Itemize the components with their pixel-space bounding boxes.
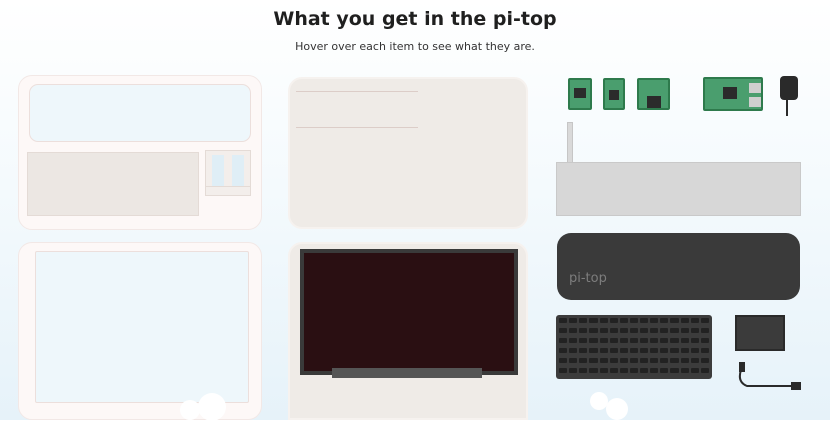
speaker-board-icon[interactable] <box>603 78 625 110</box>
proto-board-icon[interactable] <box>637 78 670 110</box>
screen-back-cover[interactable] <box>288 77 528 229</box>
case-label: pi-top <box>569 271 607 286</box>
keyboard-base-shell[interactable] <box>18 75 262 230</box>
keyboard-base-window <box>29 84 251 142</box>
page-title: What you get in the pi-top <box>273 8 557 30</box>
keyboard-icon[interactable] <box>556 315 712 379</box>
cover-line-top <box>296 91 418 92</box>
cloud-decoration-right-2 <box>606 398 628 420</box>
battery-case-icon[interactable]: pi-top <box>557 233 800 300</box>
cloud-decoration-left-2 <box>198 393 226 421</box>
keyboard-base-buttons <box>205 186 251 196</box>
lcd-screen-assembly[interactable] <box>288 242 528 420</box>
power-adapter-icon[interactable] <box>780 76 798 116</box>
lcd-screen-connector <box>332 368 482 378</box>
raspberry-pi-icon[interactable] <box>703 77 763 111</box>
page-subtitle: Hover over each item to see what they ar… <box>295 40 535 53</box>
cover-line-bottom <box>296 127 418 128</box>
hub-rail-pin <box>567 122 573 164</box>
add-on-board-icon[interactable] <box>568 78 592 110</box>
trackpad-icon[interactable] <box>735 315 785 351</box>
usb-cable-icon[interactable] <box>735 360 805 394</box>
cloud-decoration-left <box>180 400 200 420</box>
screen-bezel-frame[interactable] <box>18 242 262 420</box>
keyboard-base-key-area <box>27 152 199 216</box>
lcd-screen-icon <box>300 249 518 375</box>
bezel-window <box>35 251 249 403</box>
hub-rail-icon[interactable] <box>556 162 801 216</box>
